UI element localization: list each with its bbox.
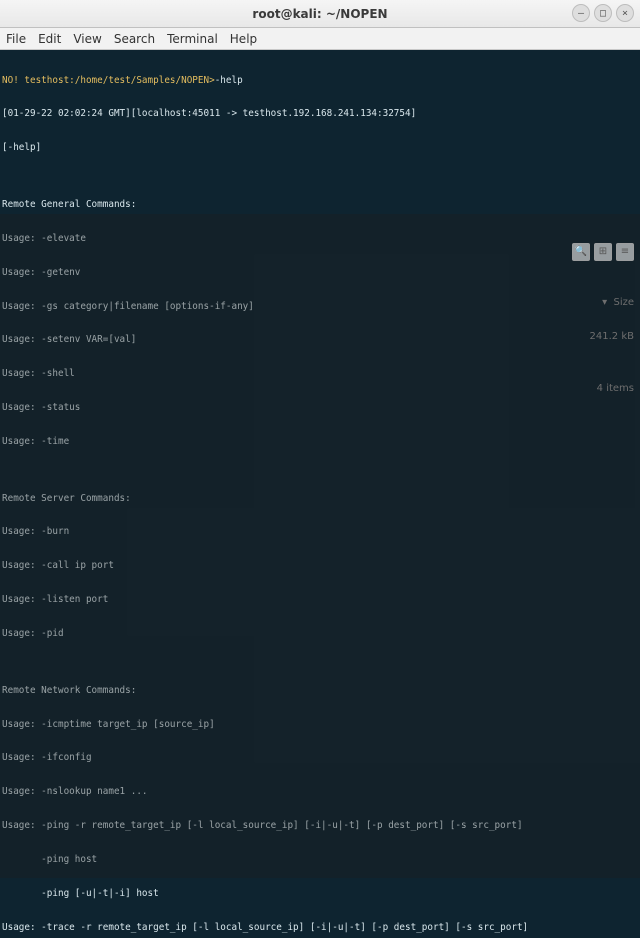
window-titlebar: root@kali: ~/NOPEN – □ × xyxy=(0,0,640,28)
menu-search[interactable]: Search xyxy=(114,32,155,46)
usage-line: Usage: -listen port xyxy=(2,594,638,605)
timestamp-line: [01-29-22 02:02:24 GMT][localhost:45011 … xyxy=(2,108,638,119)
usage-line: Usage: -getenv xyxy=(2,267,638,278)
prompt: NO! testhost:/home/test/Samples/NOPEN> xyxy=(2,75,215,86)
menu-terminal[interactable]: Terminal xyxy=(167,32,218,46)
menu-file[interactable]: File xyxy=(6,32,26,46)
window-title: root@kali: ~/NOPEN xyxy=(252,7,387,21)
background-filemanager: 🔍 ⊞ ≡ ▾ Size 241.2 kB 4 items xyxy=(554,220,634,417)
grid-view-icon: ⊞ xyxy=(594,243,612,261)
usage-line: Usage: -icmptime target_ip [source_ip] xyxy=(2,719,638,730)
usage-line: Usage: -pid xyxy=(2,628,638,639)
section-header-general: Remote General Commands: xyxy=(2,199,638,210)
items-label: 4 items xyxy=(554,383,634,394)
dim-overlay xyxy=(0,214,640,878)
section-header-server: Remote Server Commands: xyxy=(2,493,638,504)
search-icon: 🔍 xyxy=(572,243,590,261)
usage-line: Usage: -gs category|filename [options-if… xyxy=(2,301,638,312)
maximize-button[interactable]: □ xyxy=(594,4,612,22)
usage-line: Usage: -ping -r remote_target_ip [-l loc… xyxy=(2,820,638,831)
section-header-network: Remote Network Commands: xyxy=(2,685,638,696)
usage-line: Usage: -time xyxy=(2,436,638,447)
usage-line: Usage: -shell xyxy=(2,368,638,379)
echo-line: [-help] xyxy=(2,142,638,153)
usage-line: Usage: -setenv VAR=[val] xyxy=(2,334,638,345)
menu-icon: ≡ xyxy=(616,243,634,261)
menu-view[interactable]: View xyxy=(73,32,101,46)
usage-line: Usage: -nslookup name1 ... xyxy=(2,786,638,797)
entered-command: -help xyxy=(215,75,243,86)
usage-line: Usage: -ifconfig xyxy=(2,752,638,763)
usage-line: Usage: -call ip port xyxy=(2,560,638,571)
usage-line: -ping host xyxy=(2,854,638,865)
usage-line: Usage: -burn xyxy=(2,526,638,537)
menubar: File Edit View Search Terminal Help xyxy=(0,28,640,50)
minimize-button[interactable]: – xyxy=(572,4,590,22)
menu-edit[interactable]: Edit xyxy=(38,32,61,46)
window-buttons: – □ × xyxy=(572,4,634,22)
usage-line: -ping [-u|-t|-i] host xyxy=(2,888,638,899)
usage-line: Usage: -status xyxy=(2,402,638,413)
usage-line: Usage: -elevate xyxy=(2,233,638,244)
usage-line: Usage: -trace -r remote_target_ip [-l lo… xyxy=(2,922,638,933)
menu-help[interactable]: Help xyxy=(230,32,257,46)
close-button[interactable]: × xyxy=(616,4,634,22)
terminal-viewport[interactable]: NO! testhost:/home/test/Samples/NOPEN>-h… xyxy=(0,50,640,938)
